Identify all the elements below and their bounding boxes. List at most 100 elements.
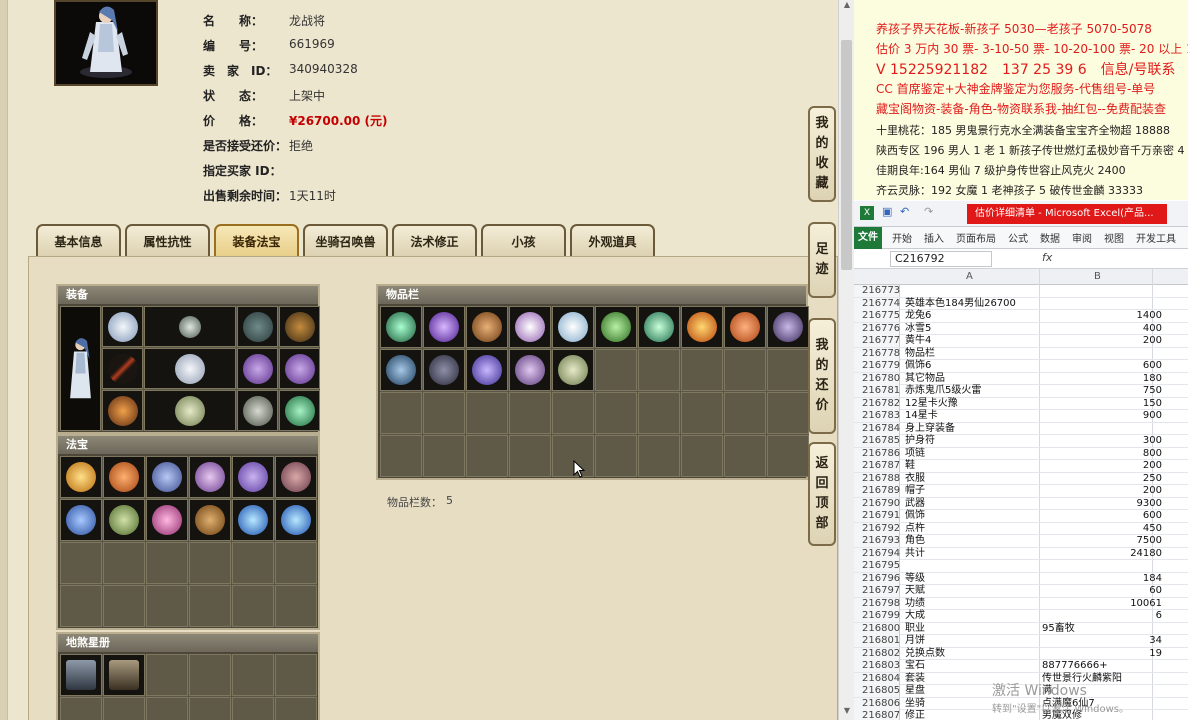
excel-row[interactable]: 216800 职业 95畜牧 (854, 622, 1188, 635)
excel-row[interactable]: 216794 共计 24180 (854, 547, 1188, 560)
excel-row[interactable]: 216785 护身符 300 (854, 435, 1188, 448)
ribbon-tab-review[interactable]: 审阅 (1072, 230, 1092, 245)
cell-a[interactable]: 项链 (905, 448, 925, 460)
cell-b[interactable]: 200 (1040, 460, 1162, 472)
cell-b[interactable]: 600 (1040, 360, 1162, 372)
fabao-empty-slot[interactable] (232, 542, 274, 584)
row-number[interactable]: 216789 (854, 485, 900, 497)
inventory-empty-slot[interactable] (595, 349, 637, 391)
equip-slot-belt[interactable] (237, 390, 278, 431)
fabao-slot[interactable] (60, 456, 102, 498)
cell-a[interactable]: 共计 (905, 548, 925, 560)
fabao-slot[interactable] (189, 456, 231, 498)
cell-a[interactable]: 兑换点数 (905, 648, 945, 660)
equip-slot-weapon[interactable] (102, 348, 143, 389)
fabao-slot[interactable] (60, 499, 102, 541)
excel-row[interactable]: 216774 英雄本色184男仙26700 (854, 297, 1188, 310)
cell-b[interactable]: 24180 (1040, 548, 1162, 560)
excel-row[interactable]: 216787 鞋 200 (854, 460, 1188, 473)
excel-row[interactable]: 216803 宝石 887776666+ (854, 660, 1188, 673)
ribbon-tab-view[interactable]: 视图 (1104, 230, 1124, 245)
inventory-empty-slot[interactable] (724, 349, 766, 391)
inventory-empty-slot[interactable] (595, 392, 637, 434)
inventory-slot[interactable] (509, 349, 551, 391)
fabao-slot[interactable] (189, 499, 231, 541)
cell-a[interactable]: 套装 (905, 673, 925, 685)
vertical-scrollbar[interactable]: ▲ ▼ (838, 0, 854, 720)
excel-row[interactable]: 216782 12星卡火豫 150 (854, 397, 1188, 410)
inventory-empty-slot[interactable] (681, 349, 723, 391)
row-number[interactable]: 216797 (854, 585, 900, 597)
ribbon-tab-insert[interactable]: 插入 (924, 230, 944, 245)
my-offers-button[interactable]: 我的还价 (808, 318, 836, 434)
inventory-empty-slot[interactable] (509, 392, 551, 434)
row-number[interactable]: 216782 (854, 397, 900, 410)
excel-row[interactable]: 216788 衣服 250 (854, 472, 1188, 485)
inventory-empty-slot[interactable] (681, 435, 723, 477)
cell-a[interactable]: 功绩 (905, 598, 925, 610)
scroll-up-icon[interactable]: ▲ (839, 0, 855, 14)
cell-a[interactable]: 大成 (905, 610, 925, 622)
cell-b[interactable]: 800 (1040, 448, 1162, 460)
row-number[interactable]: 216786 (854, 447, 900, 460)
row-number[interactable]: 216780 (854, 372, 900, 385)
excel-row[interactable]: 216778 物品栏 (854, 347, 1188, 360)
row-number[interactable]: 216804 (854, 672, 900, 685)
fabao-empty-slot[interactable] (275, 542, 317, 584)
fabao-empty-slot[interactable] (146, 585, 188, 627)
inventory-empty-slot[interactable] (509, 435, 551, 477)
inventory-empty-slot[interactable] (767, 349, 809, 391)
cell-a[interactable]: 等级 (905, 573, 925, 585)
row-number[interactable]: 216775 (854, 310, 900, 322)
inventory-empty-slot[interactable] (767, 435, 809, 477)
cell-b[interactable]: 750 (1040, 385, 1162, 397)
cell-b[interactable]: 150 (1040, 398, 1162, 410)
cell-b[interactable]: 1400 (1040, 310, 1162, 322)
star-card-slot[interactable] (60, 654, 102, 696)
ribbon-tab-formulas[interactable]: 公式 (1008, 230, 1028, 245)
excel-row[interactable]: 216796 等级 184 (854, 572, 1188, 585)
star-card-empty-slot[interactable] (189, 654, 231, 696)
cell-a[interactable]: 冰雪5 (905, 323, 931, 335)
inventory-slot[interactable] (595, 306, 637, 348)
cell-b[interactable]: 6 (1040, 610, 1162, 622)
fabao-slot[interactable] (232, 499, 274, 541)
cell-a[interactable]: 赤炼鬼爪5级火雷 (905, 385, 981, 397)
tab-spell-correction[interactable]: 法术修正 (392, 224, 477, 256)
excel-row[interactable]: 216777 黄牛4 200 (854, 335, 1188, 348)
equip-slot-ornament[interactable] (279, 306, 320, 347)
cell-a[interactable]: 佩饰 (905, 510, 925, 522)
row-number[interactable]: 216800 (854, 622, 900, 635)
equip-slot-necklace[interactable] (144, 306, 236, 347)
fabao-slot[interactable] (103, 456, 145, 498)
inventory-empty-slot[interactable] (423, 392, 465, 434)
cell-b[interactable]: 250 (1040, 473, 1162, 485)
row-number[interactable]: 216778 (854, 347, 900, 360)
cell-a[interactable]: 职业 (905, 623, 925, 635)
inventory-empty-slot[interactable] (380, 392, 422, 434)
excel-row[interactable]: 216776 冰雪5 400 (854, 322, 1188, 335)
inventory-empty-slot[interactable] (595, 435, 637, 477)
fabao-slot[interactable] (232, 456, 274, 498)
row-number[interactable]: 216790 (854, 497, 900, 510)
inventory-slot[interactable] (509, 306, 551, 348)
inventory-empty-slot[interactable] (681, 392, 723, 434)
equip-slot-shoes[interactable] (144, 390, 236, 431)
cell-b[interactable]: 887776666+ (1042, 660, 1164, 672)
inventory-empty-slot[interactable] (552, 392, 594, 434)
name-box[interactable]: C216792 (890, 251, 992, 267)
cell-a[interactable]: 14星卡 (905, 410, 938, 422)
excel-row[interactable]: 216783 14星卡 900 (854, 410, 1188, 423)
excel-row[interactable]: 216786 项链 800 (854, 447, 1188, 460)
cell-a[interactable]: 天赋 (905, 585, 925, 597)
inventory-empty-slot[interactable] (638, 392, 680, 434)
ribbon-tab-page-layout[interactable]: 页面布局 (956, 230, 996, 245)
row-number[interactable]: 216794 (854, 547, 900, 560)
inventory-empty-slot[interactable] (466, 435, 508, 477)
fabao-empty-slot[interactable] (189, 585, 231, 627)
inventory-empty-slot[interactable] (423, 435, 465, 477)
inventory-slot[interactable] (552, 306, 594, 348)
row-number[interactable]: 216787 (854, 460, 900, 472)
row-number[interactable]: 216773 (854, 285, 900, 297)
inventory-empty-slot[interactable] (767, 392, 809, 434)
